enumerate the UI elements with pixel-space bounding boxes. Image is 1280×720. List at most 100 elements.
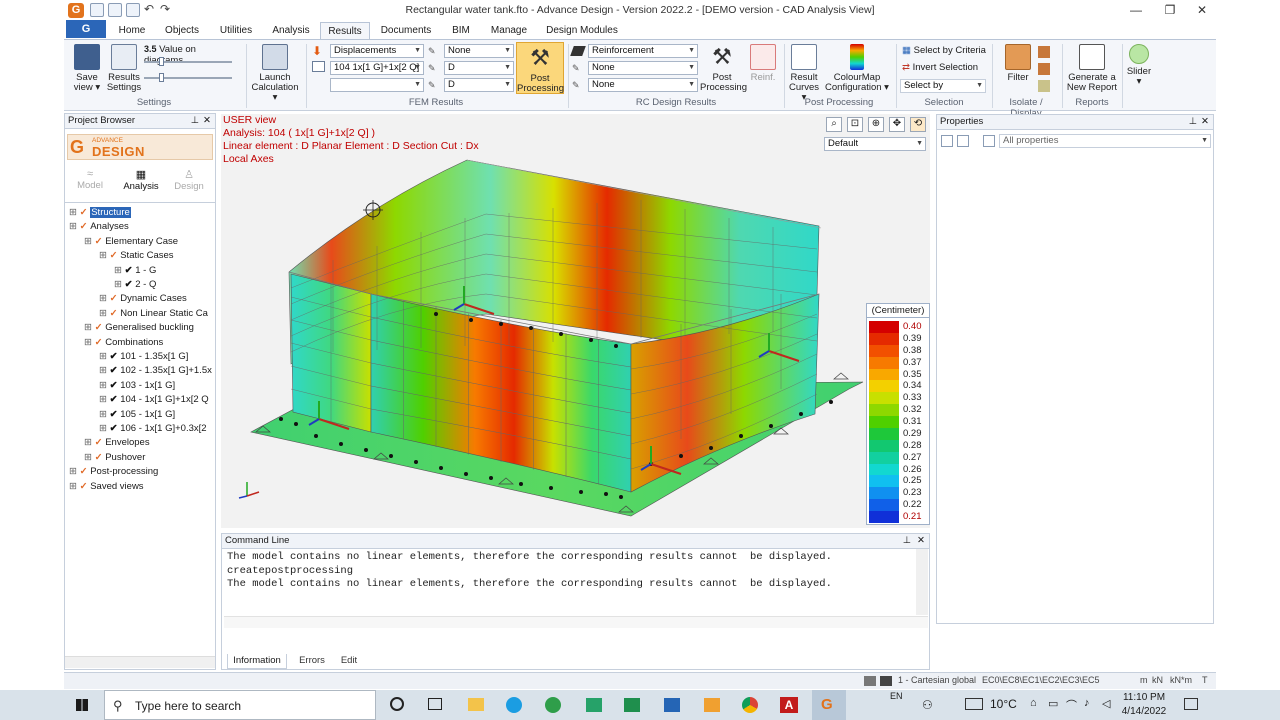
zoom-extents-icon[interactable]: ⊡ — [847, 117, 863, 132]
expand-icon[interactable]: ⊞ — [99, 423, 110, 434]
display-icon[interactable] — [1038, 63, 1050, 75]
tree-item[interactable]: ⊞ ✔ 102 - 1.35x[1 G]+1.5x — [99, 364, 212, 377]
slider-button[interactable]: Slider ▾ — [1124, 44, 1154, 87]
tree-item[interactable]: ⊞ ✓ Envelopes — [84, 436, 150, 449]
tree-item[interactable]: ⊞ ✔ 106 - 1x[1 G]+0.3x[2 — [99, 422, 207, 435]
tree-item[interactable]: ⊞ ✔ 105 - 1x[1 G] — [99, 408, 175, 421]
reinf-button[interactable]: Reinf. — [746, 44, 780, 83]
coordinate-system[interactable]: 1 - Cartesian global — [898, 675, 976, 685]
tab-errors[interactable]: Errors — [292, 654, 332, 669]
tab-design-modules[interactable]: Design Modules — [544, 22, 620, 40]
tab-documents[interactable]: Documents — [376, 22, 436, 40]
expand-icon[interactable]: ⊞ — [84, 437, 95, 448]
chrome-icon[interactable] — [742, 697, 758, 713]
expand-icon[interactable]: ⊞ — [69, 481, 80, 492]
select-by-combo[interactable]: Select by ▼ — [900, 79, 986, 93]
app-icon[interactable] — [704, 698, 720, 712]
clock-date[interactable]: 4/14/2022 — [1120, 706, 1168, 717]
tree-item[interactable]: ⊞ ✓ Dynamic Cases — [99, 292, 187, 305]
expand-icon[interactable]: ⊞ — [84, 322, 95, 333]
expand-icon[interactable]: ⊞ — [114, 279, 125, 290]
expand-icon[interactable]: ⊞ — [99, 293, 110, 304]
expand-icon[interactable]: ⊞ — [99, 409, 110, 420]
zoom-icon[interactable]: ⊕ — [868, 117, 884, 132]
tab-utilities[interactable]: Utilities — [214, 22, 258, 40]
sub-result-select-3[interactable]: D ▼ — [444, 78, 514, 92]
expand-icon[interactable]: ⊞ — [99, 380, 110, 391]
unit-force[interactable]: kN — [1152, 675, 1163, 685]
temperature[interactable]: 10°C — [990, 697, 1017, 711]
mode-model[interactable]: ≈ Model — [75, 168, 105, 191]
launch-calculation-button[interactable]: Launch Calculation ▾ — [248, 44, 302, 103]
save-view-button[interactable]: Save view ▾ — [70, 44, 104, 93]
orbit-icon[interactable]: ⟲ — [910, 117, 926, 132]
app-icon[interactable] — [586, 698, 602, 712]
network-icon[interactable]: ⌂ — [1030, 697, 1037, 709]
tree-item[interactable]: ⊞ ✔ 101 - 1.35x[1 G] — [99, 350, 188, 363]
view-style-select[interactable]: Default ▼ — [824, 137, 926, 151]
microphone-icon[interactable]: ♪ — [1084, 697, 1090, 709]
properties-grid-icon[interactable] — [941, 135, 953, 147]
expand-icon[interactable]: ⊞ — [84, 236, 95, 247]
app-icon[interactable] — [624, 698, 640, 712]
tree-item[interactable]: ⊞ ✓ Post-processing — [69, 465, 158, 478]
wifi-icon[interactable]: ⌒ — [1066, 697, 1077, 713]
pin-icon[interactable]: ⊥ — [1189, 115, 1197, 129]
result-curves-button[interactable]: Result Curves ▾ — [786, 44, 822, 103]
result-type-select[interactable]: Displacements ▼ — [330, 44, 424, 58]
people-icon[interactable]: ⚇ — [922, 698, 933, 712]
maximize-icon[interactable]: ❐ — [1156, 2, 1184, 19]
volume-icon[interactable]: ◁ — [1102, 697, 1110, 710]
close-icon[interactable]: ✕ — [203, 114, 211, 128]
clock-time[interactable]: 11:10 PM — [1122, 692, 1166, 703]
generate-report-button[interactable]: Generate a New Report — [1066, 44, 1118, 93]
file-explorer-icon[interactable] — [468, 698, 484, 711]
expand-icon[interactable]: ⊞ — [99, 365, 110, 376]
results-settings-button[interactable]: Results Settings — [106, 44, 142, 93]
snap-icon[interactable] — [880, 676, 892, 686]
widgets-icon[interactable] — [965, 698, 983, 710]
combination-select[interactable]: 104 1x[1 G]+1x[2 Q] ▼ — [330, 61, 424, 75]
tree-item[interactable]: ⊞ ✓ Analyses — [69, 220, 129, 233]
unit-length[interactable]: m — [1140, 675, 1148, 685]
filter-button[interactable]: Filter — [1000, 44, 1036, 83]
pan-icon[interactable]: ✥ — [889, 117, 905, 132]
blank-select[interactable]: ▼ — [330, 78, 424, 92]
horizontal-scrollbar[interactable] — [224, 616, 928, 628]
tab-analysis[interactable]: Analysis — [268, 22, 314, 40]
invert-selection-button[interactable]: ⇄ Invert Selection — [902, 62, 1012, 74]
expand-icon[interactable]: ⊞ — [69, 466, 80, 477]
tree-item[interactable]: ⊞ ✓ Elementary Case — [84, 235, 178, 248]
value-slider-2[interactable] — [144, 77, 232, 79]
expand-icon[interactable]: ⊞ — [99, 351, 110, 362]
coordinate-system-icon[interactable] — [864, 676, 876, 686]
tab-bim[interactable]: BIM — [444, 22, 478, 40]
tree-item[interactable]: ⊞ ✓ Saved views — [69, 480, 144, 493]
expand-icon[interactable]: ⊞ — [99, 394, 110, 405]
value-slider-2-thumb[interactable] — [159, 73, 164, 82]
expand-icon[interactable]: ⊞ — [84, 337, 95, 348]
tree-item[interactable]: ⊞ ✔ 1 - G — [114, 264, 156, 277]
properties-filter-icon[interactable] — [983, 135, 995, 147]
close-icon[interactable]: ✕ — [1201, 115, 1209, 129]
pin-icon[interactable]: ⊥ — [191, 114, 199, 128]
expand-icon[interactable]: ⊞ — [114, 265, 125, 276]
notification-icon[interactable] — [1184, 698, 1198, 710]
tree-item[interactable]: ⊞ ✓ Static Cases — [99, 249, 174, 262]
expand-icon[interactable]: ⊞ — [69, 207, 80, 218]
fem-post-processing-button[interactable]: ⚒ Post Processing — [516, 42, 564, 94]
expand-icon[interactable]: ⊞ — [84, 452, 95, 463]
reinforcement-select[interactable]: Reinforcement ▼ — [588, 44, 698, 58]
rc-post-processing-button[interactable]: ⚒ Post Processing — [700, 44, 747, 93]
tree-item[interactable]: ⊞ ✓ Generalised buckling — [84, 321, 194, 334]
rc-select-1[interactable]: None ▼ — [588, 61, 698, 75]
tab-information[interactable]: Information — [227, 654, 287, 669]
sub-result-select-2[interactable]: D ▼ — [444, 61, 514, 75]
start-icon[interactable] — [76, 699, 88, 711]
cortana-icon[interactable] — [390, 697, 404, 711]
close-icon[interactable]: ✕ — [1188, 2, 1216, 19]
isolate-icon[interactable] — [1038, 46, 1050, 58]
advance-design-taskbar-button[interactable]: G — [812, 690, 846, 720]
expand-icon[interactable]: ⊞ — [69, 221, 80, 232]
tree-item[interactable]: ⊞ ✔ 103 - 1x[1 G] — [99, 379, 175, 392]
